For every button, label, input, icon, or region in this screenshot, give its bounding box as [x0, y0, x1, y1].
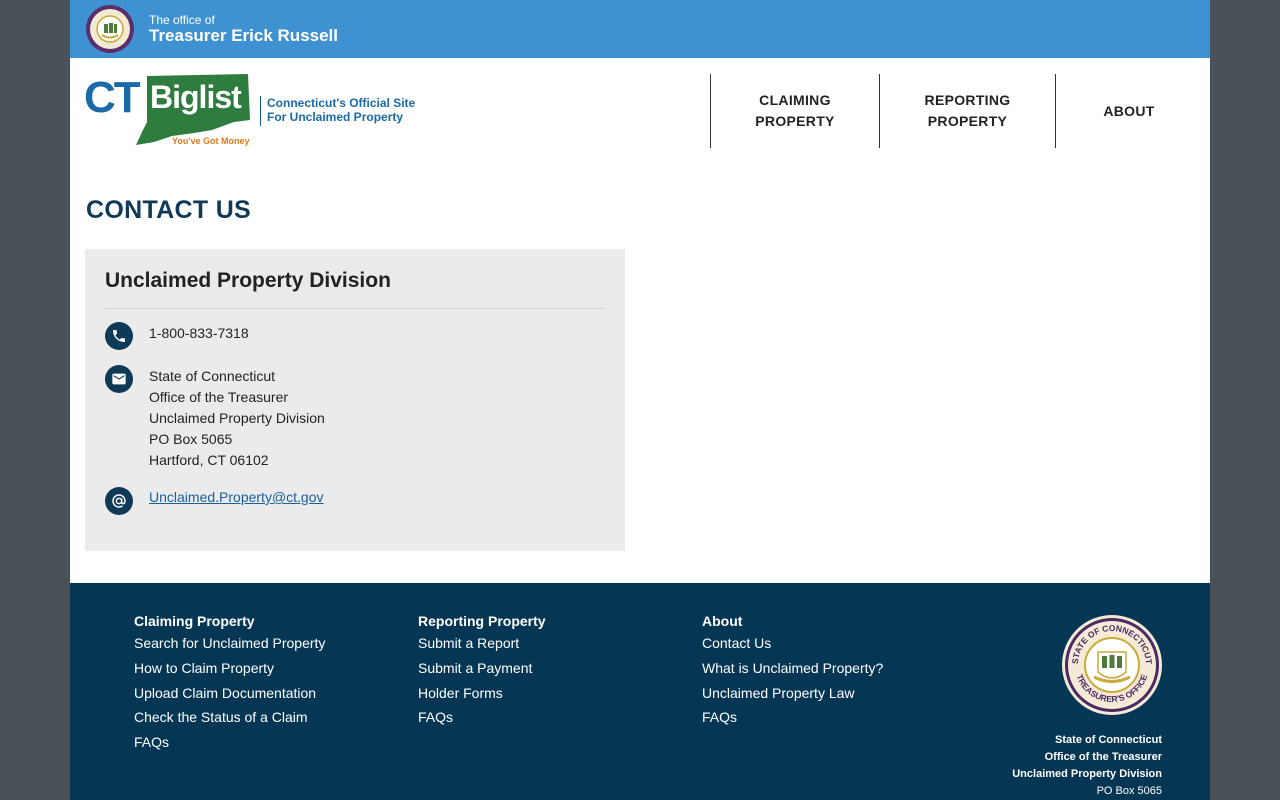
phone-icon [105, 322, 133, 350]
footer-claiming-column: Claiming Property Search for Unclaimed P… [134, 613, 325, 755]
logo-biglist-text: Biglist [150, 79, 242, 115]
logo-ct-text: CT [84, 73, 141, 122]
footer-link-about-faqs[interactable]: FAQs [702, 705, 883, 730]
footer-reporting-column: Reporting Property Submit a Report Submi… [418, 613, 546, 730]
contact-card: Unclaimed Property Division 1-800-833-73… [85, 249, 625, 551]
footer-link-what-is[interactable]: What is Unclaimed Property? [702, 656, 883, 681]
footer-link-holder-forms[interactable]: Holder Forms [418, 681, 546, 706]
mailing-address: State of Connecticut Office of the Treas… [149, 366, 325, 471]
nav-reporting-line2: PROPERTY [927, 113, 1008, 129]
office-prefix: The office of [149, 13, 215, 27]
page: The office of Treasurer Erick Russell CT… [70, 0, 1210, 800]
ct-biglist-logo[interactable]: CT Biglist You've Got Money [84, 70, 256, 148]
footer-link-contact-us[interactable]: Contact Us [702, 631, 883, 656]
footer-link-submit-report[interactable]: Submit a Report [418, 631, 546, 656]
footer-link-claiming-faqs[interactable]: FAQs [134, 730, 325, 755]
footer-link-submit-payment[interactable]: Submit a Payment [418, 656, 546, 681]
footer-reporting-heading[interactable]: Reporting Property [418, 613, 546, 629]
footer-about-column: About Contact Us What is Unclaimed Prope… [702, 613, 883, 730]
nav-claiming-line1: CLAIMING [759, 92, 831, 108]
footer-address-line: State of Connecticut [1055, 734, 1162, 746]
address-line: Office of the Treasurer [149, 389, 289, 405]
nav-about-label: ABOUT [1103, 102, 1155, 119]
footer-address-line: Office of the Treasurer [1044, 751, 1162, 763]
nav-about[interactable]: ABOUT [1056, 74, 1202, 148]
treasurer-seal-icon[interactable] [85, 4, 135, 54]
nav-claiming-property[interactable]: CLAIMING PROPERTY [710, 74, 879, 148]
treasurer-name[interactable]: Treasurer Erick Russell [149, 26, 338, 46]
address-line: Hartford, CT 06102 [149, 452, 269, 468]
nav-reporting-line1: REPORTING [924, 92, 1011, 108]
footer-claiming-heading[interactable]: Claiming Property [134, 613, 325, 629]
footer-link-status[interactable]: Check the Status of a Claim [134, 705, 325, 730]
page-title: CONTACT US [86, 196, 252, 224]
email-link[interactable]: Unclaimed.Property@ct.gov [149, 487, 324, 508]
logo-slogan: You've Got Money [172, 136, 249, 146]
nav-reporting-property[interactable]: REPORTING PROPERTY [879, 74, 1056, 148]
footer: Claiming Property Search for Unclaimed P… [70, 583, 1210, 800]
card-title: Unclaimed Property Division [105, 269, 391, 292]
address-line: PO Box 5065 [149, 431, 233, 447]
card-divider [105, 308, 605, 309]
footer-link-law[interactable]: Unclaimed Property Law [702, 681, 883, 706]
address-line: Unclaimed Property Division [149, 410, 325, 426]
at-sign-icon [105, 487, 133, 515]
treasurer-bar: The office of Treasurer Erick Russell [70, 0, 1210, 58]
footer-address: State of Connecticut Office of the Treas… [1012, 732, 1162, 800]
address-line: State of Connecticut [149, 368, 276, 384]
footer-link-reporting-faqs[interactable]: FAQs [418, 705, 546, 730]
tagline-line2: For Unclaimed Property [267, 110, 404, 124]
mail-icon [105, 365, 133, 393]
footer-about-heading[interactable]: About [702, 613, 883, 629]
site-tagline: Connecticut's Official Site For Unclaime… [267, 96, 415, 124]
phone-number: 1-800-833-7318 [149, 325, 249, 341]
nav-claiming-line2: PROPERTY [755, 113, 835, 129]
footer-link-search[interactable]: Search for Unclaimed Property [134, 631, 325, 656]
footer-address-line: PO Box 5065 [1096, 785, 1162, 797]
footer-link-upload[interactable]: Upload Claim Documentation [134, 681, 325, 706]
footer-address-line: Unclaimed Property Division [1012, 768, 1162, 780]
treasurer-seal-large-icon: STATE OF CONNECTICUT TREASURER'S OFFICE [1062, 615, 1162, 715]
logo-divider [260, 96, 261, 126]
footer-link-how-to-claim[interactable]: How to Claim Property [134, 656, 325, 681]
tagline-line1: Connecticut's Official Site [267, 96, 416, 110]
